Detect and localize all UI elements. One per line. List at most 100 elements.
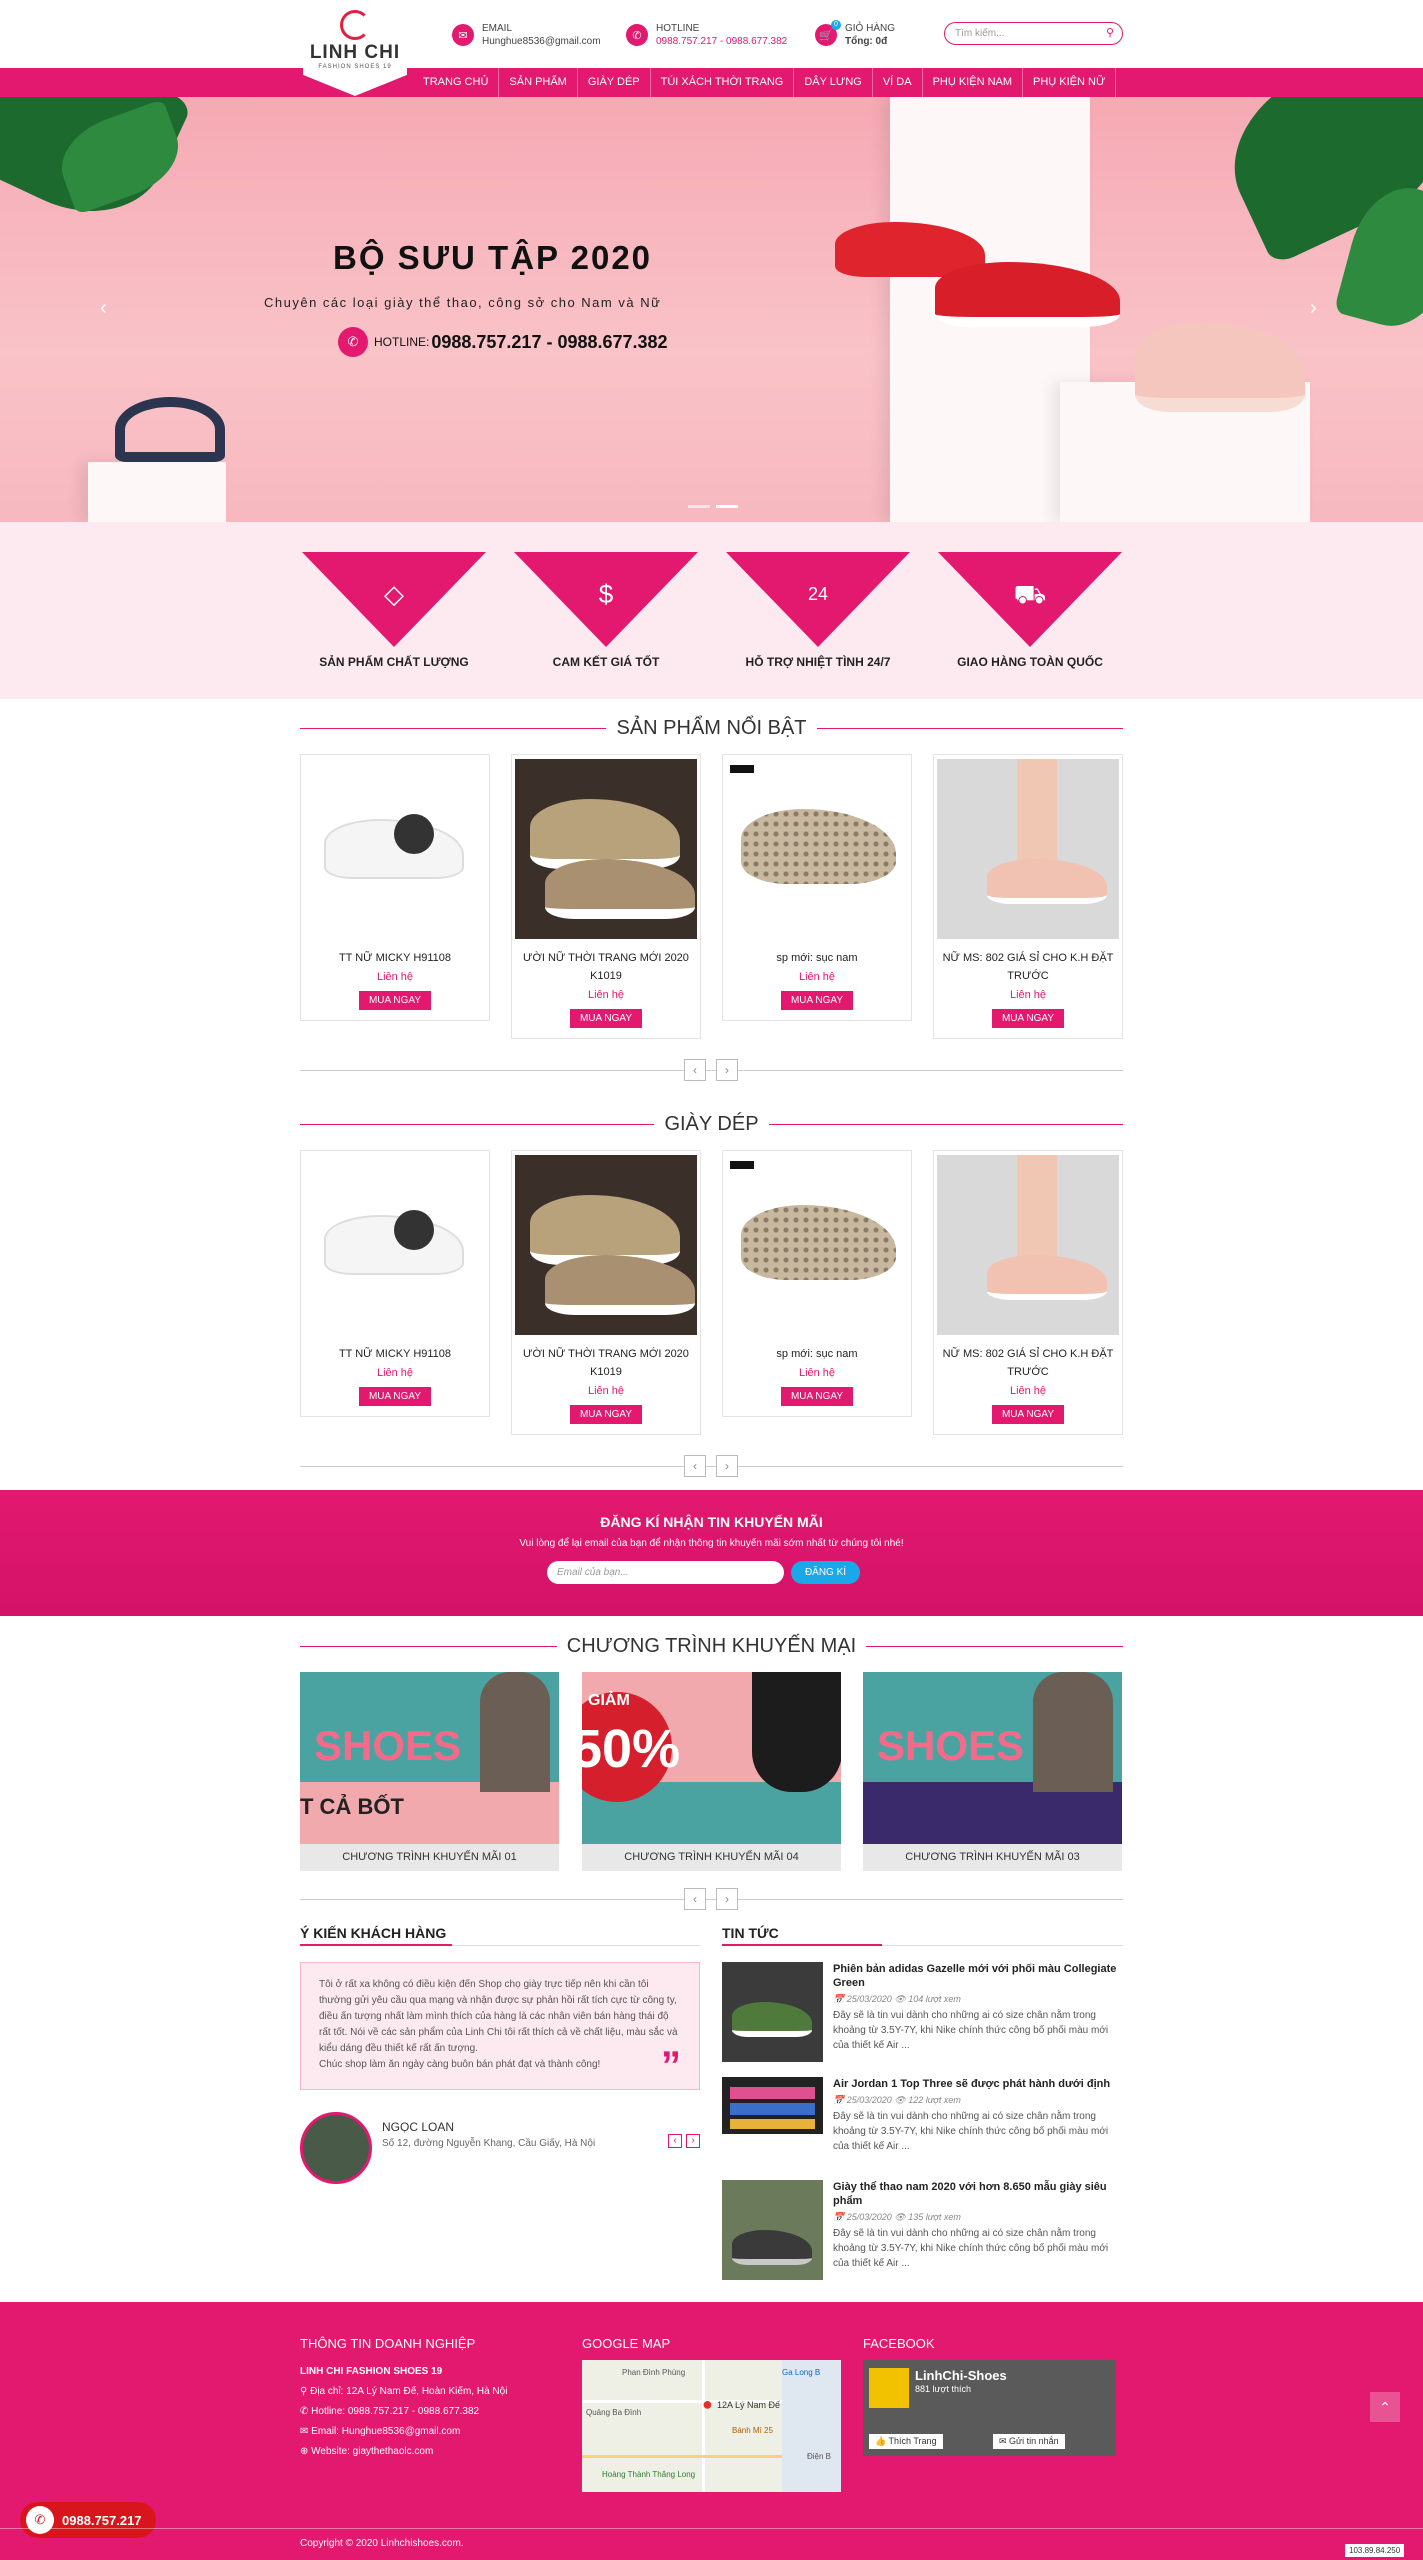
promo-caption[interactable]: CHƯƠNG TRÌNH KHUYẾN MÃI 03 xyxy=(863,1844,1122,1871)
footer-email[interactable]: ✉ Email: Hunghue8536@gmail.com xyxy=(300,2426,460,2437)
buy-now-button[interactable]: MUA NGAY xyxy=(991,1009,1065,1028)
product-name[interactable]: ƯỜI NỮ THỜI TRANG MỚI 2020 K1019 xyxy=(520,1345,692,1381)
header-cart[interactable]: 🛒 0 GIỎ HÀNG Tổng: 0đ xyxy=(815,20,895,50)
news-headline[interactable]: Phiên bản adidas Gazelle mới với phối mà… xyxy=(833,1962,1123,1990)
product-image[interactable] xyxy=(937,759,1119,939)
product-name[interactable]: sp mới: sục nam xyxy=(731,1345,903,1363)
nav-shoes[interactable]: GIÀY DÉP xyxy=(578,68,651,97)
nav-belts[interactable]: DÂY LƯNG xyxy=(794,68,873,97)
news-headline[interactable]: Air Jordan 1 Top Three sẽ được phát hành… xyxy=(833,2077,1123,2091)
product-image[interactable] xyxy=(304,759,486,939)
nav-home[interactable]: TRANG CHỦ xyxy=(413,68,500,97)
product-card[interactable]: ƯỜI NỮ THỜI TRANG MỚI 2020 K1019 Liên hệ… xyxy=(511,754,701,1039)
feature-quality: ◇ SẢN PHẨM CHẤT LƯỢNG xyxy=(302,552,486,669)
facebook-like-button[interactable]: 👍 Thích Trang xyxy=(869,2434,943,2449)
testimonial-next-button[interactable]: › xyxy=(686,2134,700,2148)
carousel-next-button[interactable]: › xyxy=(716,1455,738,1477)
back-to-top-button[interactable]: ⌃ xyxy=(1370,2392,1400,2422)
product-name[interactable]: sp mới: sục nam xyxy=(731,949,903,967)
nav-products[interactable]: SẢN PHẨM xyxy=(499,68,578,97)
buy-now-button[interactable]: MUA NGAY xyxy=(569,1009,643,1028)
news-thumbnail[interactable] xyxy=(722,2077,823,2134)
news-title: TIN TỨC xyxy=(722,1925,779,1941)
news-views: 104 lượt xem xyxy=(908,1994,961,2004)
phone-icon: ✆ xyxy=(626,24,648,46)
carousel-prev-button[interactable]: ‹ xyxy=(684,1059,706,1081)
product-name[interactable]: ƯỜI NỮ THỜI TRANG MỚI 2020 K1019 xyxy=(520,949,692,985)
nav-men-accessories[interactable]: PHỤ KIỆN NAM xyxy=(923,68,1024,97)
news-thumbnail[interactable] xyxy=(722,1962,823,2062)
buy-now-button[interactable]: MUA NGAY xyxy=(991,1405,1065,1424)
nav-women-accessories[interactable]: PHỤ KIỆN NỮ xyxy=(1023,68,1117,97)
product-image[interactable] xyxy=(726,1155,908,1335)
newsletter-subscribe-button[interactable]: ĐĂNG KÍ xyxy=(791,1561,860,1584)
buy-now-button[interactable]: MUA NGAY xyxy=(569,1405,643,1424)
product-card[interactable]: NỮ MS: 802 GIÁ SỈ CHO K.H ĐẶT TRƯỚC Liên… xyxy=(933,754,1123,1039)
product-card[interactable]: NỮ MS: 802 GIÁ SỈ CHO K.H ĐẶT TRƯỚC Liên… xyxy=(933,1150,1123,1435)
product-image[interactable] xyxy=(515,1155,697,1335)
promo-card[interactable]: SHOES T CẢ BỐT CHƯƠNG TRÌNH KHUYẾN MÃI 0… xyxy=(300,1672,559,1871)
product-image[interactable] xyxy=(304,1155,486,1335)
buy-now-button[interactable]: MUA NGAY xyxy=(358,991,432,1010)
product-image[interactable] xyxy=(726,759,908,939)
product-name[interactable]: TT NỮ MICKY H91108 xyxy=(309,1345,481,1363)
buy-now-button[interactable]: MUA NGAY xyxy=(358,1387,432,1406)
carousel-prev-button[interactable]: ‹ xyxy=(684,1888,706,1910)
footer-website[interactable]: ⊕ Website: giaythethaolc.com xyxy=(300,2446,433,2457)
news-item[interactable]: Giày thể thao nam 2020 với hơn 8.650 mẫu… xyxy=(722,2180,1123,2280)
promo-caption[interactable]: CHƯƠNG TRÌNH KHUYẾN MÃI 04 xyxy=(582,1844,841,1871)
promo-image[interactable]: SHOES T CẢ BỐT xyxy=(300,1672,559,1844)
search-input[interactable]: Tìm kiếm... ⚲ xyxy=(944,22,1123,45)
promo-card[interactable]: GIẢM 50% CHƯƠNG TRÌNH KHUYẾN MÃI 04 xyxy=(582,1672,841,1871)
buy-now-button[interactable]: MUA NGAY xyxy=(780,1387,854,1406)
news-item[interactable]: Air Jordan 1 Top Three sẽ được phát hành… xyxy=(722,2077,1123,2177)
nav-wallets[interactable]: VÍ DA xyxy=(873,68,923,97)
ip-badge: 103.89.84.250 xyxy=(1345,2544,1405,2557)
slider-dot[interactable] xyxy=(688,505,710,508)
product-image[interactable] xyxy=(937,1155,1119,1335)
footer-hotline[interactable]: ✆ Hotline: 0988.757.217 - 0988.677.382 xyxy=(300,2406,479,2417)
section-title: GIÀY DÉP xyxy=(654,1110,769,1138)
newsletter-email-input[interactable]: Email của bạn... xyxy=(547,1561,784,1584)
slider-prev-icon[interactable]: ‹ xyxy=(100,297,107,320)
promo-caption[interactable]: CHƯƠNG TRÌNH KHUYẾN MÃI 01 xyxy=(300,1844,559,1871)
news-excerpt: Đây sẽ là tin vui dành cho những ai có s… xyxy=(833,2010,1109,2051)
header-email[interactable]: ✉ EMAIL Hunghue8536@gmail.com xyxy=(452,20,601,50)
product-name[interactable]: NỮ MS: 802 GIÁ SỈ CHO K.H ĐẶT TRƯỚC xyxy=(942,949,1114,985)
copyright: Copyright © 2020 Linhchishoes.com. xyxy=(300,2538,464,2549)
carousel-next-button[interactable]: › xyxy=(716,1059,738,1081)
slider-dot[interactable] xyxy=(716,505,738,508)
news-thumbnail[interactable] xyxy=(722,2180,823,2280)
promo-card[interactable]: SHOES CHƯƠNG TRÌNH KHUYẾN MÃI 03 xyxy=(863,1672,1122,1871)
product-price: Liên hệ xyxy=(798,1367,836,1379)
product-card[interactable]: TT NỮ MICKY H91108 Liên hệ MUA NGAY xyxy=(300,754,490,1021)
news-headline[interactable]: Giày thể thao nam 2020 với hơn 8.650 mẫu… xyxy=(833,2180,1123,2208)
news-item[interactable]: Phiên bản adidas Gazelle mới với phối mà… xyxy=(722,1962,1123,2062)
product-card[interactable]: TT NỮ MICKY H91108 Liên hệ MUA NGAY xyxy=(300,1150,490,1417)
google-map[interactable]: ● 12A Lý Nam Đế Phan Đình Phùng Quảng Ba… xyxy=(582,2360,841,2492)
carousel-prev-button[interactable]: ‹ xyxy=(684,1455,706,1477)
facebook-widget[interactable]: LinhChi-Shoes 881 lượt thích 👍 Thích Tra… xyxy=(863,2360,1116,2456)
floating-call-button[interactable]: ✆ 0988.757.217 xyxy=(20,2502,156,2538)
carousel-next-button[interactable]: › xyxy=(716,1888,738,1910)
product-card[interactable]: ƯỜI NỮ THỜI TRANG MỚI 2020 K1019 Liên hệ… xyxy=(511,1150,701,1435)
product-name[interactable]: NỮ MS: 802 GIÁ SỈ CHO K.H ĐẶT TRƯỚC xyxy=(942,1345,1114,1381)
slider-next-icon[interactable]: › xyxy=(1310,297,1317,320)
promo-image[interactable]: GIẢM 50% xyxy=(582,1672,841,1844)
nav-bags[interactable]: TÚI XÁCH THỜI TRANG xyxy=(651,68,795,97)
promo-image[interactable]: SHOES xyxy=(863,1672,1122,1844)
search-icon[interactable]: ⚲ xyxy=(1106,23,1114,44)
facebook-message-button[interactable]: ✉ Gửi tin nhắn xyxy=(993,2434,1065,2449)
header-hotline[interactable]: ✆ HOTLINE 0988.757.217 - 0988.677.382 xyxy=(626,20,787,50)
news-meta: 📅 25/03/2020 👁 104 lượt xem xyxy=(833,1994,961,2004)
product-name[interactable]: TT NỮ MICKY H91108 xyxy=(309,949,481,967)
banner-title: BỘ SƯU TẬP 2020 xyxy=(333,239,653,276)
facebook-page-name[interactable]: LinhChi-Shoes xyxy=(915,2368,1007,2383)
product-image[interactable] xyxy=(515,759,697,939)
testimonial-prev-button[interactable]: ‹ xyxy=(668,2134,682,2148)
sandal-image xyxy=(115,397,225,462)
buy-now-button[interactable]: MUA NGAY xyxy=(780,991,854,1010)
product-card[interactable]: sp mới: sục nam Liên hệ MUA NGAY xyxy=(722,1150,912,1417)
product-card[interactable]: sp mới: sục nam Liên hệ MUA NGAY xyxy=(722,754,912,1021)
promo-big-text: SHOES xyxy=(877,1722,1025,1769)
